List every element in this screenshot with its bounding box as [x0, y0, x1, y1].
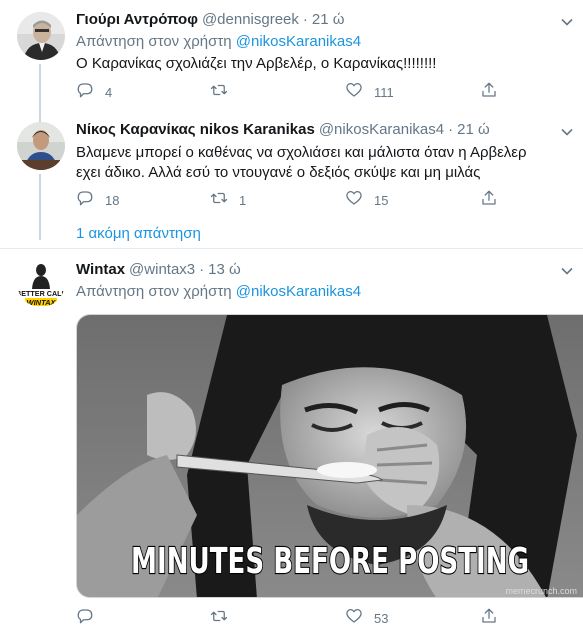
reply-icon: [76, 81, 94, 103]
share-icon: [480, 189, 498, 211]
avatar-tweet-3[interactable]: BETTER CALL WINTAX: [17, 259, 65, 307]
author-handle[interactable]: @wintax3: [129, 260, 195, 280]
like-icon: [345, 607, 363, 629]
reply-prefix: Απάντηση στον χρήστη: [76, 283, 232, 300]
avatar-label-top: BETTER CALL: [17, 289, 65, 298]
reply-context: Απάντηση στον χρήστη @nikosKaranikas4: [76, 282, 583, 302]
timestamp[interactable]: 13 ώ: [208, 260, 241, 280]
reply-icon: [76, 607, 94, 629]
reply-button[interactable]: [76, 608, 210, 628]
author-handle[interactable]: @nikosKaranikas4: [319, 120, 444, 140]
reply-button[interactable]: 4: [76, 82, 210, 102]
share-button[interactable]: [480, 82, 520, 102]
timestamp[interactable]: 21 ώ: [312, 10, 345, 30]
share-icon: [480, 81, 498, 103]
tweet-text: Ο Καρανίκας σχολιάζει την Αρβελέρ, ο Καρ…: [76, 55, 437, 72]
avatar-tweet-2[interactable]: [17, 122, 65, 170]
like-count: 53: [374, 610, 389, 626]
mention-link[interactable]: @nikosKaranikas4: [236, 283, 361, 300]
reply-button[interactable]: 18: [76, 190, 210, 210]
author-name[interactable]: Γιούρι Αντρόποφ: [76, 10, 198, 30]
reply-count: 4: [105, 84, 113, 100]
tweet-1[interactable]: Γιούρι Αντρόποφ @dennisgreek · 21 ώ Απάν…: [0, 0, 583, 122]
caret-down-icon[interactable]: [559, 14, 575, 30]
share-button[interactable]: [480, 190, 520, 210]
share-button[interactable]: [480, 608, 520, 628]
like-icon: [345, 189, 363, 211]
retweet-button[interactable]: 1: [210, 190, 345, 210]
retweet-icon: [210, 607, 228, 629]
meme-watermark: memecrunch.com: [505, 586, 577, 596]
author-name[interactable]: Νίκος Καρανίκας nikos Karanikas: [76, 120, 315, 140]
like-button[interactable]: 15: [345, 190, 480, 210]
like-button[interactable]: 53: [345, 608, 480, 628]
retweet-button[interactable]: [210, 608, 345, 628]
tweet-text: Βλαμενε μπορεί ο καθένας να σχολιάσει κα…: [76, 144, 527, 181]
avatar-tweet-1[interactable]: [17, 12, 65, 60]
mention-link[interactable]: @nikosKaranikas4: [236, 33, 361, 50]
meme-caption: MINUTES BEFORE POSTING: [131, 541, 529, 582]
retweet-icon: [210, 189, 228, 211]
separator-dot: ·: [199, 261, 205, 278]
author-name[interactable]: Wintax: [76, 260, 125, 280]
timestamp[interactable]: 21 ώ: [457, 120, 490, 140]
reply-prefix: Απάντηση στον χρήστη: [76, 33, 232, 50]
caret-down-icon[interactable]: [559, 124, 575, 140]
separator-dot: ·: [302, 11, 308, 28]
separator-dot: ·: [448, 121, 454, 138]
retweet-count: 1: [239, 192, 247, 208]
retweet-button[interactable]: [210, 82, 345, 102]
avatar-label-bottom: WINTAX: [26, 298, 56, 307]
reply-icon: [76, 189, 94, 211]
show-more-replies-link[interactable]: 1 ακόμη απάντηση: [76, 224, 201, 244]
like-icon: [345, 81, 363, 103]
share-icon: [480, 607, 498, 629]
reply-count: 18: [105, 192, 120, 208]
thread-dots: [39, 226, 41, 240]
retweet-icon: [210, 81, 228, 103]
author-handle[interactable]: @dennisgreek: [202, 10, 299, 30]
caret-down-icon[interactable]: [559, 263, 575, 279]
tweet-media-image[interactable]: MINUTES BEFORE POSTING memecrunch.com: [76, 314, 583, 598]
like-button[interactable]: 111: [345, 82, 480, 102]
like-count: 111: [374, 84, 394, 100]
like-count: 15: [374, 192, 389, 208]
reply-context: Απάντηση στον χρήστη @nikosKaranikas4: [76, 32, 583, 52]
